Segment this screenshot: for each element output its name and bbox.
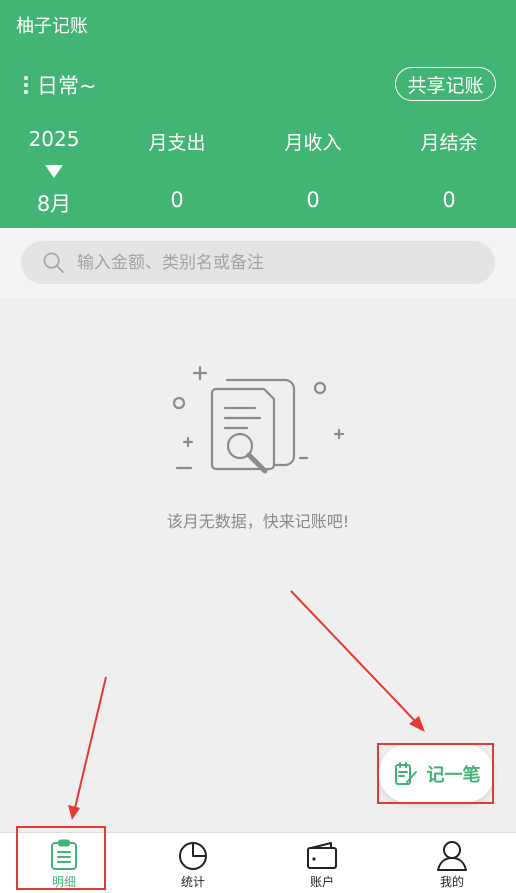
empty-document-search-icon [172,365,345,474]
search-icon [43,252,64,273]
annotation-box-details-tab [16,826,106,890]
monthly-balance-label: 月结余 [420,132,478,154]
book-selector[interactable]: 日常~ [24,70,97,100]
triangle-down-icon[interactable] [45,165,63,178]
empty-message: 该月无数据，快来记账吧! [166,512,350,531]
search-box[interactable] [21,241,495,284]
app-title: 柚子记账 [16,16,88,37]
monthly-expense-label: 月支出 [148,132,206,154]
tab-statistics-label: 统计 [180,875,205,889]
tab-profile[interactable]: 我的 [402,833,502,893]
search-input[interactable] [77,241,477,284]
monthly-income-label: 月收入 [284,132,342,154]
tab-statistics[interactable]: 统计 [143,833,243,893]
month-label[interactable]: 8月 [14,188,94,218]
tab-accounts-label: 账户 [309,875,334,889]
more-vertical-icon [24,76,28,94]
share-bookkeeping-button[interactable]: 共享记账 [395,67,496,101]
wallet-icon [307,842,337,869]
annotation-box-add-record [377,743,494,804]
pie-chart-icon [179,842,207,870]
header: 柚子记账 日常~ 共享记账 2025 8月 月支出 0 月收入 0 月结余 0 [0,0,516,228]
monthly-balance-value: 0 [442,188,456,212]
book-name: 日常~ [37,74,97,98]
person-icon [437,841,467,871]
monthly-expense-value: 0 [170,188,184,212]
monthly-income-value: 0 [306,188,320,212]
tab-profile-label: 我的 [439,875,464,889]
tab-accounts[interactable]: 账户 [272,833,372,893]
year-label[interactable]: 2025 [14,127,94,151]
search-bar-area [0,228,516,298]
